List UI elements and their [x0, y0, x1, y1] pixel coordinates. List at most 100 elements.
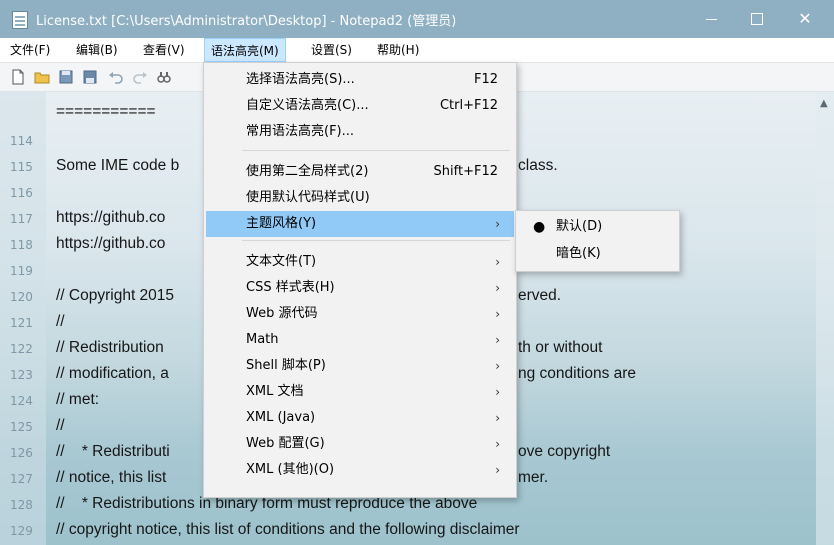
notepad2-window: License.txt [C:\Users\Administrator\Desk… [0, 0, 834, 545]
undo-icon[interactable] [108, 69, 124, 85]
line-text: // [56, 313, 65, 330]
new-file-icon[interactable] [10, 69, 26, 85]
menu-file[interactable]: 文件(F) [4, 38, 56, 62]
line-number: 122 [10, 342, 33, 356]
menu-item-shortcut: Ctrl+F12 [439, 98, 498, 113]
save-as-icon[interactable] [82, 69, 98, 85]
menu-item[interactable]: 自定义语法高亮(C)... Ctrl+F12 [206, 93, 514, 119]
menu-edit[interactable]: 编辑(B) [70, 38, 124, 62]
menu-item[interactable]: 使用默认代码样式(U) [206, 185, 514, 211]
submenu-arrow-icon: › [495, 437, 500, 451]
menu-item-label: Web 配置(G) [246, 436, 325, 451]
line-text: // copyright notice, this list of condit… [56, 521, 520, 538]
line-number: 129 [10, 524, 33, 538]
menu-help[interactable]: 帮助(H) [371, 38, 425, 62]
editor-line[interactable]: 129 // copyright notice, this list of con… [0, 518, 834, 544]
minimize-button[interactable] [688, 0, 734, 38]
submenu-arrow-icon: › [495, 463, 500, 477]
submenu-arrow-icon: › [495, 359, 500, 373]
menu-item[interactable]: 常用语法高亮(F)... [206, 119, 514, 145]
submenu-arrow-icon: › [495, 255, 500, 269]
line-number: 114 [10, 134, 33, 148]
line-number: 115 [10, 160, 33, 174]
syntax-highlight-menu: 选择语法高亮(S)... F12 自定义语法高亮(C)... Ctrl+F12 常用语法… [203, 62, 517, 498]
submenu-arrow-icon: › [495, 217, 500, 231]
menu-item-label: 使用默认代码样式(U) [246, 190, 370, 205]
line-number: 119 [10, 264, 33, 278]
menu-item[interactable]: 选择语法高亮(S)... F12 [206, 67, 514, 93]
menu-item-label: Web 源代码 [246, 306, 318, 321]
line-text-fragment: ng conditions are [518, 365, 637, 382]
line-text-fragment: erved. [518, 287, 562, 304]
menu-item-label: 选择语法高亮(S)... [246, 72, 355, 87]
close-icon: ✕ [798, 9, 812, 28]
line-text-fragment: class. [518, 157, 558, 174]
line-number: 123 [10, 368, 33, 382]
menu-item[interactable]: XML 文档 › [206, 379, 514, 405]
menu-item[interactable]: Web 源代码 › [206, 301, 514, 327]
menu-item[interactable]: 使用第二全局样式(2) Shift+F12 [206, 159, 514, 185]
find-icon[interactable] [156, 69, 172, 85]
line-number: 126 [10, 446, 33, 460]
menu-item-label: 自定义语法高亮(C)... [246, 98, 369, 113]
line-text-fragment: mer. [518, 469, 549, 486]
save-icon[interactable] [58, 69, 74, 85]
menu-item[interactable]: Math › [206, 327, 514, 353]
menu-separator [242, 240, 510, 241]
menu-item[interactable]: CSS 样式表(H) › [206, 275, 514, 301]
line-text: // modification, a [56, 365, 169, 382]
notepad-app-icon [12, 11, 28, 29]
submenu-item-label: 默认(D) [556, 219, 603, 234]
vertical-scrollbar[interactable]: ▲ [816, 92, 834, 545]
menu-item[interactable]: 主题风格(Y) › [206, 211, 514, 237]
window-title: License.txt [C:\Users\Administrator\Desk… [36, 14, 457, 29]
menu-item-label: 使用第二全局样式(2) [246, 164, 369, 179]
submenu-item[interactable]: 暗色(K) [518, 241, 677, 267]
line-text: // Copyright 2015 [56, 287, 175, 304]
menu-item-label: 文本文件(T) [246, 254, 317, 269]
menu-item-label: 常用语法高亮(F)... [246, 124, 355, 139]
submenu-arrow-icon: › [495, 281, 500, 295]
submenu-arrow-icon: › [495, 333, 500, 347]
line-text: // met: [56, 391, 100, 408]
menu-item-label: XML (Java) [246, 410, 316, 425]
menu-item[interactable]: Shell 脚本(P) › [206, 353, 514, 379]
maximize-button[interactable] [734, 0, 780, 38]
line-text: =========== [56, 103, 156, 120]
line-text-fragment: ove copyright [518, 443, 611, 460]
menu-settings[interactable]: 设置(S) [305, 38, 358, 62]
scroll-up-icon[interactable]: ▲ [820, 98, 828, 109]
open-folder-icon[interactable] [34, 69, 50, 85]
line-number: 125 [10, 420, 33, 434]
line-number: 124 [10, 394, 33, 408]
menu-item-label: Math [246, 332, 279, 347]
radio-bullet-icon: ● [533, 219, 546, 235]
submenu-item[interactable]: ● 默认(D) [518, 214, 677, 240]
submenu-arrow-icon: › [495, 307, 500, 321]
menu-bar: 文件(F) 编辑(B) 查看(V) 语法高亮(M) 设置(S) 帮助(H) [0, 38, 834, 63]
menu-separator [242, 150, 510, 151]
menu-item-shortcut: Shift+F12 [433, 164, 498, 179]
line-text: https://github.co [56, 209, 166, 226]
menu-item[interactable]: XML (其他)(O) › [206, 457, 514, 483]
theme-style-submenu: ● 默认(D) 暗色(K) [515, 210, 680, 272]
close-button[interactable]: ✕ [782, 0, 828, 38]
minimize-icon [705, 18, 717, 20]
title-bar[interactable]: License.txt [C:\Users\Administrator\Desk… [0, 0, 834, 38]
menu-item[interactable]: XML (Java) › [206, 405, 514, 431]
line-number: 118 [10, 238, 33, 252]
line-text: // Redistribution [56, 339, 164, 356]
menu-item[interactable]: 文本文件(T) › [206, 249, 514, 275]
line-text: // * Redistributi [56, 443, 170, 460]
line-number: 120 [10, 290, 33, 304]
redo-icon[interactable] [132, 69, 148, 85]
line-number: 128 [10, 498, 33, 512]
line-number: 117 [10, 212, 33, 226]
menu-item[interactable]: Web 配置(G) › [206, 431, 514, 457]
menu-syntax[interactable]: 语法高亮(M) [204, 38, 286, 62]
submenu-arrow-icon: › [495, 385, 500, 399]
line-text: // notice, this list [56, 469, 167, 486]
menu-view[interactable]: 查看(V) [137, 38, 191, 62]
menu-item-shortcut: F12 [473, 72, 498, 87]
menu-item-label: XML 文档 [246, 384, 304, 399]
